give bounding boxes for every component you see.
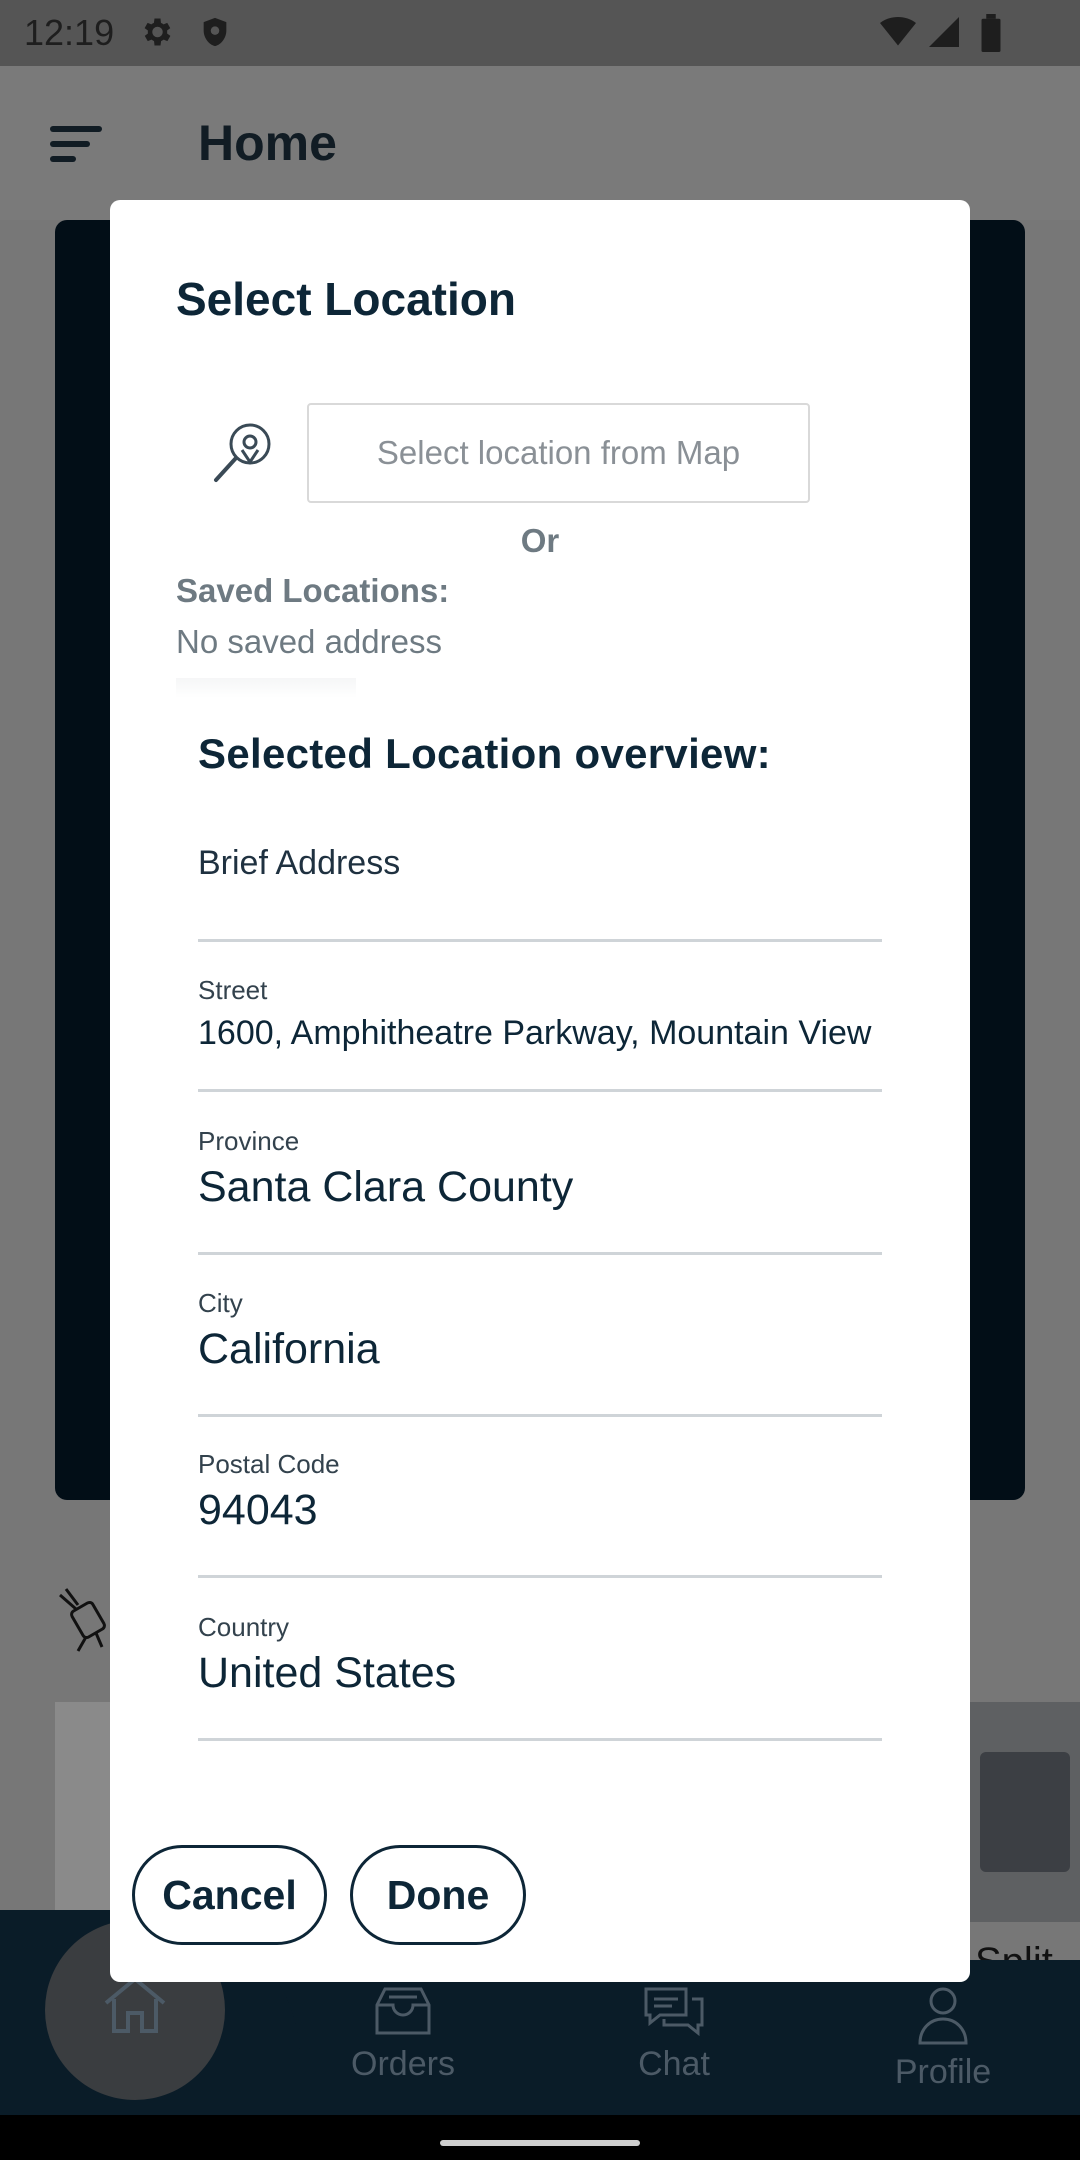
- gesture-handle[interactable]: [440, 2140, 640, 2146]
- dialog-title: Select Location: [176, 273, 516, 325]
- nav-item-orders[interactable]: Orders: [303, 1985, 503, 2084]
- nav-item-profile[interactable]: Profile: [843, 1985, 1043, 2092]
- chat-icon: [644, 1987, 704, 2037]
- service-thumbnail: [970, 1702, 1080, 1922]
- nav-item-chat[interactable]: Chat: [574, 1985, 774, 2084]
- postal-code-value: 94043: [198, 1486, 318, 1534]
- map-location-input[interactable]: [307, 403, 810, 503]
- country-field[interactable]: Country United States: [198, 1612, 882, 1741]
- profile-icon: [918, 1987, 968, 2045]
- app-bar: Home: [0, 66, 1080, 220]
- select-location-dialog: Select Location Or Saved Locations: No s…: [110, 200, 970, 1982]
- or-divider: Or: [520, 522, 560, 559]
- system-gesture-bar: [0, 2115, 1080, 2160]
- shield-icon: [198, 14, 232, 55]
- city-value: California: [198, 1325, 380, 1373]
- postal-code-field[interactable]: Postal Code 94043: [198, 1449, 882, 1578]
- map-pin-icon[interactable]: [210, 418, 280, 488]
- saved-locations-value: No saved address: [176, 623, 442, 660]
- battery-icon: [980, 14, 1002, 57]
- nav-label-profile: Profile: [894, 2053, 992, 2091]
- street-label: Street: [198, 975, 268, 1005]
- menu-icon[interactable]: [50, 124, 104, 169]
- cancel-button[interactable]: Cancel: [132, 1845, 327, 1945]
- home-icon: [102, 1975, 168, 2040]
- nav-label-chat: Chat: [638, 2045, 710, 2083]
- province-value: Santa Clara County: [198, 1163, 574, 1211]
- brief-address-field[interactable]: Brief Address: [198, 840, 882, 942]
- wifi-icon: [878, 14, 918, 55]
- overview-title: Selected Location overview:: [198, 730, 771, 777]
- done-button[interactable]: Done: [350, 1845, 526, 1945]
- scroll-fade: [176, 678, 356, 698]
- province-label: Province: [198, 1126, 300, 1156]
- country-label: Country: [198, 1612, 290, 1642]
- status-bar: 12:19: [0, 0, 1080, 66]
- status-time: 12:19: [24, 12, 115, 53]
- street-value: 1600, Amphitheatre Parkway, Mountain Vie…: [198, 1014, 872, 1052]
- drill-icon: [56, 1585, 118, 1662]
- city-field[interactable]: City California: [198, 1288, 882, 1417]
- saved-locations-label: Saved Locations:: [176, 572, 450, 609]
- street-field[interactable]: Street 1600, Amphitheatre Parkway, Mount…: [198, 975, 882, 1092]
- nav-label-orders: Orders: [351, 2045, 455, 2083]
- brief-address-value: Brief Address: [198, 844, 401, 882]
- province-field[interactable]: Province Santa Clara County: [198, 1126, 882, 1255]
- orders-icon: [375, 1987, 431, 2035]
- page-title: Home: [198, 115, 337, 171]
- postal-code-label: Postal Code: [198, 1449, 340, 1479]
- signal-icon: [926, 14, 962, 55]
- city-label: City: [198, 1288, 243, 1318]
- country-value: United States: [198, 1649, 457, 1697]
- gear-icon: [138, 14, 174, 55]
